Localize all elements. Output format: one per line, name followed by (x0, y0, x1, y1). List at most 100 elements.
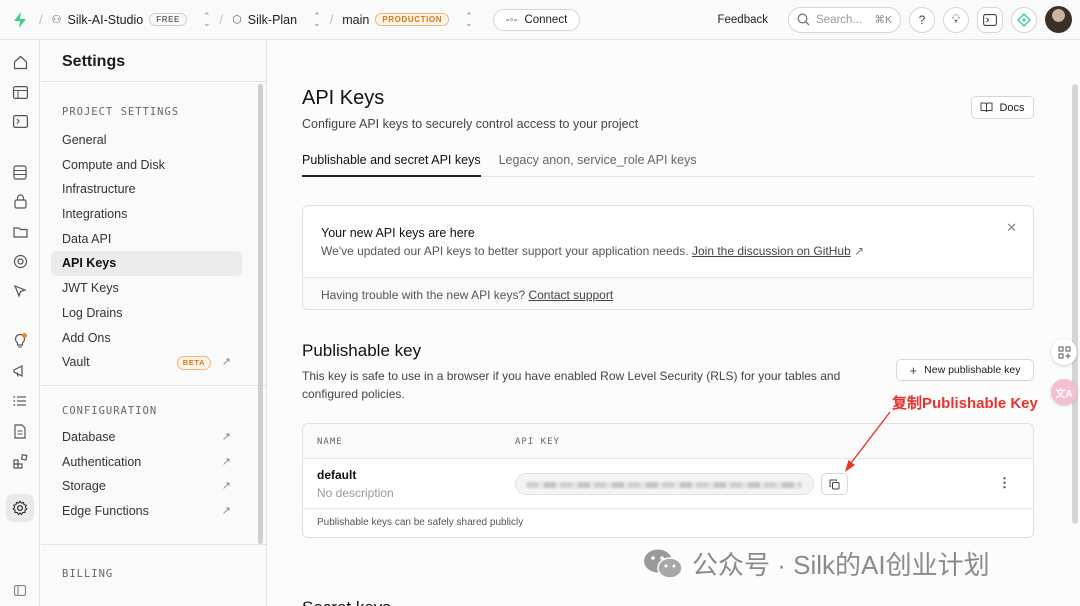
realtime-icon[interactable] (10, 251, 30, 271)
column-name: NAME (317, 437, 343, 447)
project-name: Silk-Plan (247, 12, 298, 27)
plug-icon: -◦- (505, 13, 518, 26)
settings-gear-icon[interactable] (6, 494, 34, 522)
search-shortcut: ⌘K (874, 13, 892, 26)
notice-footer: Having trouble with the new API keys? Co… (303, 277, 1033, 309)
nav-vault[interactable]: Vault BETA ↗ (41, 350, 241, 375)
help-button[interactable]: ? (909, 6, 935, 33)
nav-database-label: Database (62, 429, 116, 444)
main-scrollbar[interactable] (1072, 84, 1078, 524)
chevron-updown-icon: ⌃ ⌄ (465, 10, 473, 28)
integrations-icon[interactable] (10, 451, 30, 471)
wechat-logo-icon (644, 549, 683, 579)
search-input[interactable]: Search... ⌘K (788, 6, 901, 33)
publishable-key-description: This key is safe to use in a browser if … (302, 369, 841, 401)
auth-icon[interactable] (10, 191, 30, 211)
question-icon: ? (918, 12, 926, 27)
github-discussion-link[interactable]: Join the discussion on GitHub (692, 244, 851, 258)
nav-edge-functions-label: Edge Functions (62, 503, 149, 518)
external-link-icon: ↗ (221, 504, 231, 517)
close-icon[interactable]: ✕ (1006, 220, 1017, 236)
project-switcher[interactable]: ⬡ Silk-Plan ⌃ ⌄ (232, 11, 320, 27)
nav-infrastructure[interactable]: Infrastructure (41, 177, 241, 202)
nav-integrations[interactable]: Integrations (41, 202, 241, 227)
home-icon[interactable] (10, 52, 30, 72)
reports-icon[interactable] (10, 361, 30, 381)
assistant-button[interactable] (1011, 6, 1037, 33)
api-key-field[interactable] (515, 473, 814, 495)
diamond-icon (1017, 12, 1031, 27)
terminal-icon (983, 13, 997, 26)
nav-jwt-keys[interactable]: JWT Keys (41, 276, 241, 301)
floating-translate-button[interactable]: 文A (1051, 379, 1077, 405)
edge-functions-icon[interactable] (10, 281, 30, 301)
project-settings-heading: PROJECT SETTINGS (62, 106, 180, 118)
api-docs-icon[interactable] (10, 421, 30, 441)
cube-icon: ⬡ (232, 14, 242, 26)
billing-heading: BILLING (62, 567, 114, 580)
chevron-updown-icon: ⌃ ⌄ (202, 10, 211, 28)
secret-keys-title: Secret keys (302, 598, 391, 606)
supabase-logo-icon[interactable] (10, 10, 30, 30)
storage-icon[interactable] (10, 221, 30, 241)
contact-support-link[interactable]: Contact support (528, 288, 613, 302)
collapse-sidebar-icon[interactable] (10, 580, 30, 600)
external-link-icon: ↗ (221, 480, 231, 493)
terminal-button[interactable] (977, 6, 1003, 33)
search-placeholder: Search... (816, 13, 863, 26)
logs-icon[interactable] (10, 391, 30, 411)
nav-compute-and-disk[interactable]: Compute and Disk (41, 153, 241, 178)
external-link-icon: ↗ (221, 430, 231, 443)
nav-data-api[interactable]: Data API (41, 227, 241, 252)
nav-authentication[interactable]: Authentication ↗ (41, 450, 241, 475)
floating-grid-button[interactable] (1051, 339, 1077, 365)
page-subtitle: Configure API keys to securely control a… (302, 117, 639, 131)
icon-rail (0, 40, 40, 606)
separator: / (39, 12, 43, 27)
org-switcher[interactable]: ⚇ Silk-AI-Studio FREE ⌃ ⌄ (52, 10, 211, 28)
annotation-arrow (845, 411, 891, 472)
nav-vault-label: Vault (62, 355, 90, 370)
tab-legacy-keys[interactable]: Legacy anon, service_role API keys (499, 148, 697, 177)
advisor-button[interactable]: 💡︎ (943, 6, 969, 33)
nav-database[interactable]: Database ↗ (41, 425, 241, 450)
nav-api-keys[interactable]: API Keys (51, 251, 242, 277)
production-badge: PRODUCTION (375, 13, 450, 26)
org-name: Silk-AI-Studio (67, 12, 144, 27)
settings-sidebar: Settings PROJECT SETTINGS General Comput… (41, 40, 267, 606)
plus-icon: + (909, 362, 918, 378)
nav-storage[interactable]: Storage ↗ (41, 474, 241, 499)
new-publishable-key-label: New publishable key (924, 364, 1021, 376)
separator: / (329, 12, 334, 27)
feedback-button[interactable]: Feedback (717, 14, 768, 26)
avatar[interactable] (1045, 6, 1072, 33)
branch-name: main (342, 12, 370, 27)
tab-publishable-secret[interactable]: Publishable and secret API keys (302, 148, 481, 177)
more-options-icon[interactable]: ⋮ (998, 475, 1011, 491)
new-publishable-key-button[interactable]: + New publishable key (896, 359, 1034, 381)
notice-body: We've updated our API keys to better sup… (321, 244, 864, 258)
notice-heading: Your new API keys are here (321, 226, 475, 240)
separator: / (219, 12, 224, 27)
sidebar-scrollbar[interactable] (258, 84, 263, 544)
nav-edge-functions[interactable]: Edge Functions ↗ (41, 499, 241, 524)
page-title: API Keys (302, 87, 385, 109)
nav-general[interactable]: General (41, 128, 241, 153)
new-keys-notice: Your new API keys are here We've updated… (302, 205, 1034, 310)
connect-button[interactable]: -◦- Connect (492, 8, 581, 31)
docs-button[interactable]: Docs (971, 96, 1034, 119)
nav-add-ons[interactable]: Add Ons (41, 326, 241, 351)
table-editor-icon[interactable] (10, 82, 30, 102)
settings-title: Settings (41, 40, 266, 82)
branch-switcher[interactable]: main PRODUCTION ⌃ ⌄ (342, 10, 473, 28)
sql-editor-icon[interactable] (10, 111, 30, 131)
connect-label: Connect (524, 13, 568, 26)
copy-key-button[interactable] (821, 473, 848, 495)
database-icon[interactable] (10, 162, 30, 182)
configuration-heading: CONFIGURATION (62, 404, 158, 417)
nav-log-drains[interactable]: Log Drains (41, 301, 241, 326)
advisors-icon[interactable] (10, 331, 30, 351)
book-icon (980, 102, 993, 113)
watermark: 公众号 · Silk的AI创业计划 (642, 545, 990, 582)
external-link-icon: ↗ (854, 244, 865, 258)
